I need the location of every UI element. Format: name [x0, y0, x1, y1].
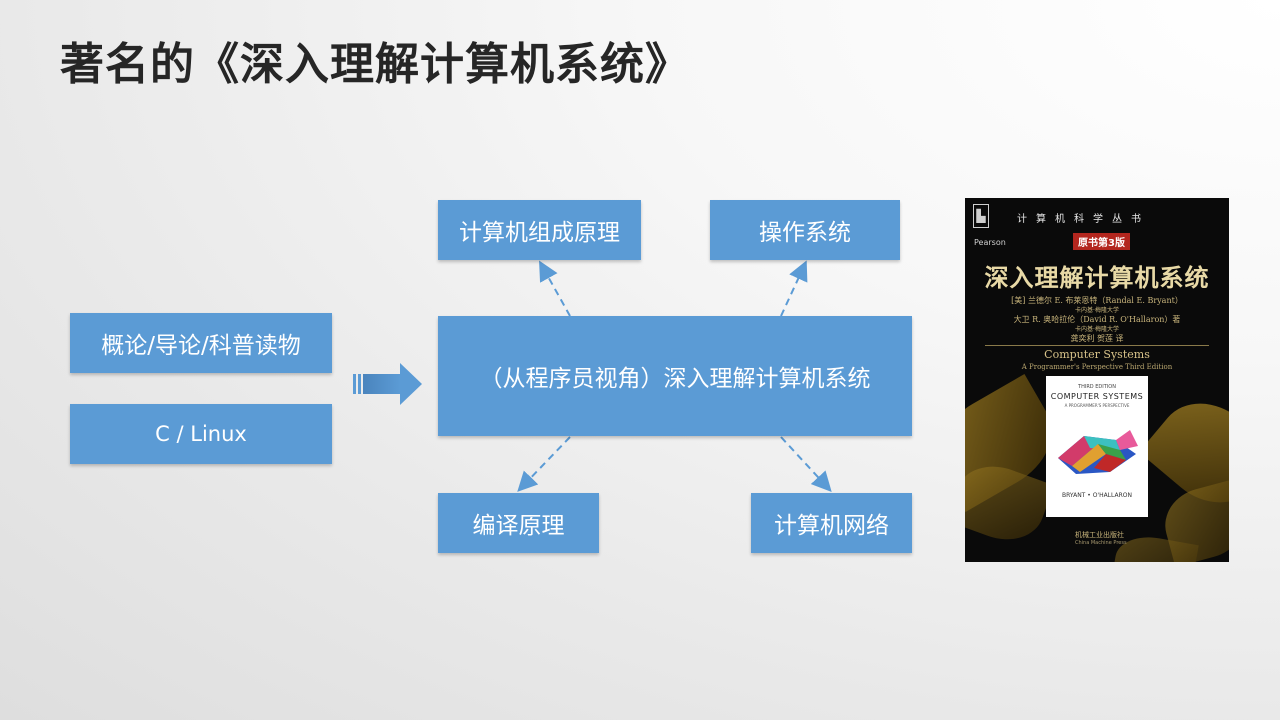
book-series: 计算机科学丛书 — [1017, 214, 1150, 225]
pearson-logo: Pearson — [974, 238, 1006, 247]
book-translators: 龚奕利 贺莲 译 — [1070, 334, 1124, 343]
inner-title: COMPUTER SYSTEMS — [1050, 392, 1144, 401]
link-to-os — [780, 260, 808, 317]
intro-reading-label: 概论/导论/科普读物 — [101, 333, 301, 359]
computer-networks-label: 计算机网络 — [774, 513, 889, 539]
computer-networks-box: 计算机网络 — [751, 493, 912, 553]
compiler-principles-label: 编译原理 — [472, 513, 565, 539]
book-subtitle-en: A Programmer's Perspective Third Edition — [1021, 363, 1173, 371]
book-publisher-en: China Machine Press — [1075, 540, 1127, 546]
book-title-en: Computer Systems — [1044, 348, 1150, 361]
book-cover-image: ▙ 计算机科学丛书 Pearson 原书第3版 深入理解计算机系统 [美] 兰德… — [965, 198, 1229, 562]
operating-systems-label: 操作系统 — [759, 220, 851, 246]
book-title-cn: 深入理解计算机系统 — [984, 263, 1210, 292]
cover-surface-graphic — [1058, 430, 1138, 474]
inner-subtitle: A PROGRAMMER'S PERSPECTIVE — [1064, 403, 1130, 408]
computer-organization-box: 计算机组成原理 — [438, 200, 641, 260]
computer-organization-label: 计算机组成原理 — [459, 220, 620, 246]
compiler-principles-box: 编译原理 — [438, 493, 599, 553]
c-linux-label: C / Linux — [155, 422, 247, 446]
original-cover-thumbnail: THIRD EDITION COMPUTER SYSTEMS A PROGRAM… — [1046, 376, 1148, 517]
intro-reading-box: 概论/导论/科普读物 — [70, 313, 332, 373]
book-author-2-affiliation: 卡内基·梅隆大学 — [1075, 326, 1119, 333]
inner-edition: THIRD EDITION — [1078, 384, 1116, 390]
csapp-center-label: （从程序员视角）深入理解计算机系统 — [479, 366, 871, 392]
link-to-org — [539, 260, 571, 317]
inner-authors: BRYANT • O'HALLARON — [1061, 492, 1132, 499]
book-publisher: 机械工业出版社 — [1075, 531, 1124, 539]
block-arrow — [353, 363, 422, 405]
operating-systems-box: 操作系统 — [710, 200, 900, 260]
link-to-compiler — [517, 436, 571, 492]
edition-badge: 原书第3版 — [1073, 233, 1130, 250]
csapp-center-box: （从程序员视角）深入理解计算机系统 — [438, 316, 912, 436]
c-linux-box: C / Linux — [70, 404, 332, 464]
publisher-logo-icon: ▙ — [973, 204, 989, 228]
book-author-1-affiliation: 卡内基·梅隆大学 — [1075, 307, 1119, 314]
link-to-network — [780, 436, 832, 492]
